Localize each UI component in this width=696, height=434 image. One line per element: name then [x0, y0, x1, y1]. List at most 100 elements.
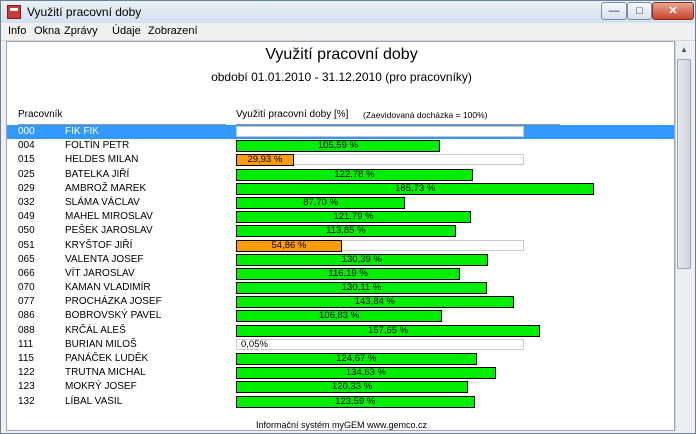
usage-bar: 54,86 % [236, 239, 342, 252]
usage-bar: 116,19 % [236, 267, 461, 280]
usage-bar: 105,59 % [236, 140, 440, 153]
table-row[interactable]: 000 FIK FIK 0,54% [7, 125, 674, 140]
table-row[interactable]: 123 MOKRÝ JOSEF 120,33 % [7, 380, 674, 394]
menu-zpravy[interactable]: Zprávy [64, 25, 98, 37]
menu-okna[interactable]: Okna [34, 25, 60, 37]
usage-label: 116,19 % [328, 267, 368, 279]
table-row[interactable]: 050 PEŠEK JAROSLAV 113,85 % [7, 224, 674, 238]
report-view: Využití pracovní doby období 01.01.2010 … [6, 41, 675, 431]
worker-code: 086 [18, 310, 35, 322]
usage-bar: 106,83 % [236, 310, 443, 323]
usage-label: 157,65 % [368, 324, 409, 336]
usage-label: 113,85 % [326, 225, 366, 237]
table-row[interactable]: 132 LÍBAL VASIL 123,59 % [7, 395, 674, 409]
worker-name: MAHEL MIROSLAV [65, 211, 153, 223]
table-row[interactable]: 066 VÍT JAROSLAV 116,19 % [7, 267, 674, 281]
table-row[interactable]: 115 PANÁČEK LUDĚK 124,67 % [7, 352, 674, 366]
usage-label: 123,59 % [335, 395, 376, 407]
worker-code: 066 [18, 267, 35, 279]
table-row[interactable]: 032 SLÁMA VÁCLAV 87,70 % [7, 196, 674, 210]
worker-name: VÍT JAROSLAV [65, 267, 135, 279]
usage-label: 29,93 % [247, 154, 283, 166]
worker-code: 051 [18, 239, 35, 251]
table-row[interactable]: 025 BATELKA JIŘÍ 122,78 % [7, 168, 674, 182]
worker-name: KRČÁL ALEŠ [65, 324, 126, 336]
table-row[interactable]: 004 FOLTÍN PETR 105,59 % [7, 139, 674, 153]
worker-list: 000 FIK FIK 0,54% 004 FOLTÍN PETR 105,59 % 015… [7, 125, 674, 409]
table-row[interactable]: 086 BOBROVSKÝ PAVEL 106,83 % [7, 309, 674, 323]
table-row[interactable]: 070 KAMAN VLADIMÍR 130,11 % [7, 281, 674, 295]
usage-label: 185,73 % [395, 182, 436, 194]
maximize-button[interactable]: □ [627, 2, 652, 20]
worker-code: 025 [18, 168, 35, 180]
usage-bar: 121,79 % [236, 211, 472, 224]
vertical-scrollbar[interactable]: ▲ [675, 41, 692, 431]
header-worker: Pracovník [18, 109, 63, 120]
menu-udaje[interactable]: Údaje [112, 25, 141, 37]
usage-bar: 122,78 % [236, 168, 473, 181]
report-subtitle: období 01.01.2010 - 31.12.2010 (pro prac… [211, 70, 472, 84]
worker-name: VALENTA JOSEF [65, 253, 144, 265]
table-row[interactable]: 029 AMBROŽ MAREK 185,73 % [7, 182, 674, 196]
worker-name: PROCHÁZKA JOSEF [65, 296, 162, 308]
worker-code: 132 [18, 395, 35, 407]
worker-code: 015 [18, 154, 35, 166]
scroll-up-icon[interactable]: ▲ [677, 42, 691, 57]
worker-name: MOKRÝ JOSEF [65, 381, 137, 393]
menu-info[interactable]: Info [8, 25, 26, 37]
table-row[interactable]: 122 TRUTNA MICHAL 134,63 % [7, 366, 674, 380]
table-row[interactable]: 051 KRYŠTOF JIŘÍ 54,86 % [7, 239, 674, 253]
usage-label: 0,05% [241, 338, 268, 350]
usage-bar: 157,65 % [236, 324, 541, 337]
title-bar[interactable]: Využití pracovní doby — □ ✕ [1, 1, 695, 23]
report-title: Využití pracovní doby [265, 46, 418, 63]
usage-label: 54,86 % [271, 239, 307, 251]
usage-bar: 87,70 % [236, 196, 406, 209]
worker-code: 077 [18, 296, 35, 308]
footer-text: Informační systém myGEM www.gemco.cz [255, 420, 428, 430]
usage-label: 87,70 % [303, 196, 339, 208]
usage-label: 121,79 % [333, 211, 374, 223]
menu-zobrazeni[interactable]: Zobrazení [148, 25, 198, 37]
usage-track [236, 126, 524, 137]
table-row[interactable]: 088 KRČÁL ALEŠ 157,65 % [7, 324, 674, 338]
window-title: Využití pracovní doby [27, 5, 142, 19]
worker-code: 050 [18, 225, 35, 237]
worker-name: KAMAN VLADIMÍR [65, 282, 151, 294]
worker-name: FOLTÍN PETR [65, 140, 130, 152]
usage-label: 134,63 % [345, 367, 386, 379]
table-row[interactable]: 111 BURIAN MILOŠ 0,05% [7, 338, 674, 352]
worker-name: AMBROŽ MAREK [65, 182, 147, 194]
minimize-button[interactable]: — [601, 2, 627, 20]
usage-label: 106,83 % [319, 310, 360, 322]
usage-bar: 130,11 % [236, 282, 488, 295]
usage-label: 120,33 % [332, 381, 373, 393]
usage-label: 0,54% [241, 126, 268, 137]
usage-label: 143,84 % [354, 296, 395, 308]
worker-name: PEŠEK JAROSLAV [65, 225, 153, 237]
worker-name: BATELKA JIŘÍ [65, 168, 130, 180]
usage-label: 105,59 % [317, 140, 358, 152]
usage-bar: 130,39 % [236, 253, 488, 266]
worker-code: 029 [18, 182, 35, 194]
scroll-thumb[interactable] [677, 59, 691, 269]
usage-label: 122,78 % [334, 168, 375, 180]
worker-name: KRYŠTOF JIŘÍ [65, 239, 133, 251]
header-note: (Zaevidovaná docházka = 100%) [363, 110, 488, 120]
table-row[interactable]: 015 HELDES MILAN 29,93 % [7, 153, 674, 167]
usage-bar: 113,85 % [236, 225, 456, 238]
usage-bar: 185,73 % [236, 182, 595, 195]
usage-label: 130,39 % [341, 253, 382, 265]
worker-name: TRUTNA MICHAL [65, 367, 146, 379]
table-row[interactable]: 065 VALENTA JOSEF 130,39 % [7, 253, 674, 267]
table-row[interactable]: 077 PROCHÁZKA JOSEF 143,84 % [7, 295, 674, 309]
usage-label: 124,67 % [336, 353, 377, 364]
app-icon[interactable] [7, 5, 21, 19]
close-button[interactable]: ✕ [652, 2, 694, 20]
worker-code: 000 [18, 126, 35, 137]
usage-bar: 134,63 % [236, 367, 496, 380]
worker-code: 115 [18, 353, 34, 364]
worker-code: 004 [18, 140, 35, 152]
worker-name: SLÁMA VÁCLAV [65, 196, 140, 208]
table-row[interactable]: 049 MAHEL MIROSLAV 121,79 % [7, 210, 674, 224]
